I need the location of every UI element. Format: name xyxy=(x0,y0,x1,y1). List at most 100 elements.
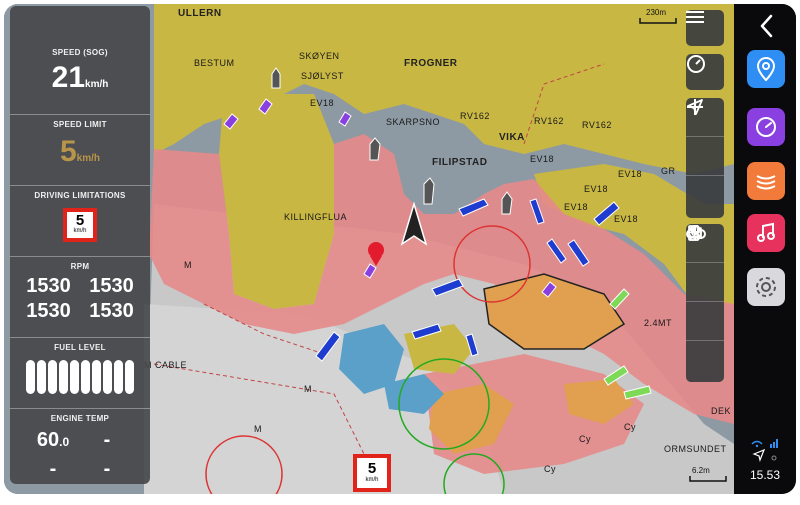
route-label: RV162 xyxy=(460,111,490,121)
speed-section: SPEED (SOG) 21km/h xyxy=(10,6,150,115)
fuel-bar xyxy=(125,360,134,394)
sign-value: 5 xyxy=(75,212,85,229)
gear-icon xyxy=(756,277,776,297)
route-label: EV18 xyxy=(618,169,643,179)
driving-limitations-sign-wrap: 5 km/h xyxy=(10,208,150,242)
instrument-panel: SPEED (SOG) 21km/h SPEED LIMIT 5km/h DRI… xyxy=(10,6,150,484)
route-label: RV162 xyxy=(534,116,564,126)
engine-temp-title: ENGINE TEMP xyxy=(50,414,110,423)
engine-temp-value: 60.0 xyxy=(26,429,80,452)
sonar-waves-icon xyxy=(756,175,776,190)
add-location-icon xyxy=(688,225,702,241)
speed-app-button[interactable] xyxy=(747,108,785,146)
sonar-app-button[interactable] xyxy=(747,162,785,200)
rpm-value: 1530 xyxy=(89,275,134,297)
place-label-skarpsno: SKARPSNO xyxy=(386,117,441,127)
route-label: EV18 xyxy=(310,98,335,108)
fuel-button[interactable] xyxy=(686,225,724,341)
music-note-icon xyxy=(757,222,775,242)
map-sign-value: 5 xyxy=(367,460,377,477)
clock: 15.53 xyxy=(749,468,781,482)
nautical-chart-map[interactable]: ULLERN BESTUM SKØYEN SJØLYST FROGNER SKA… xyxy=(4,4,734,494)
seabed-label: Cy xyxy=(579,434,591,444)
driving-limitations-section: DRIVING LIMITATIONS 5 km/h xyxy=(10,186,150,257)
navigation-arrow-icon xyxy=(687,99,703,115)
connection-icon xyxy=(771,455,777,461)
status-icons xyxy=(748,436,788,466)
engine-temp-decimal: .0 xyxy=(59,435,70,449)
speed-limit-value: 5 xyxy=(59,135,77,168)
sign-unit: km/h xyxy=(73,228,87,234)
speed-limit-unit: km/h xyxy=(76,153,101,164)
place-label-filipstad: FILIPSTAD xyxy=(432,157,488,168)
menu-icon xyxy=(686,11,704,23)
tools-group xyxy=(686,224,724,382)
engine-temp-placeholder: - xyxy=(49,458,57,480)
map-controls-group xyxy=(686,98,724,218)
scale-label-bottom: 6.2m xyxy=(692,466,710,475)
depth-label: 2.4MT xyxy=(644,318,673,328)
route-label: EV18 xyxy=(564,202,589,212)
wifi-icon xyxy=(751,440,763,445)
fuel-bar xyxy=(81,360,90,394)
settings-app-button[interactable] xyxy=(747,268,785,306)
seabed-label: Cy xyxy=(544,464,556,474)
engine-temp-section: ENGINE TEMP 60.0 - - - xyxy=(10,409,150,484)
engine-temp-main: 60 xyxy=(36,429,60,451)
rpm-grid: 1530 1530 1530 1530 xyxy=(10,275,150,323)
back-button[interactable] xyxy=(754,12,778,40)
driving-limitations-title: DRIVING LIMITATIONS xyxy=(34,191,126,200)
map-sign-unit: km/h xyxy=(365,477,379,483)
route-label: EV18 xyxy=(530,154,555,164)
fuel-title: FUEL LEVEL xyxy=(54,343,106,352)
gauge-icon xyxy=(687,55,705,73)
maps-app-button[interactable] xyxy=(747,50,785,88)
speed-limit-sign: 5 km/h xyxy=(63,208,97,242)
engine-temp-placeholder: - xyxy=(103,429,111,451)
status-glyphs xyxy=(751,439,778,462)
rpm-value: 1530 xyxy=(89,300,134,322)
place-label-bestum: BESTUM xyxy=(194,58,235,68)
recenter-button[interactable] xyxy=(686,99,724,214)
signal-icon xyxy=(770,444,772,448)
fuel-section: FUEL LEVEL xyxy=(10,338,150,409)
zoom-out-button[interactable] xyxy=(686,106,724,176)
music-app-button[interactable] xyxy=(747,214,785,252)
place-label-ullern: ULLERN xyxy=(178,8,222,19)
fuel-bar xyxy=(59,360,68,394)
fuel-bar xyxy=(70,360,79,394)
location-arrow-icon xyxy=(752,448,766,462)
place-label-skoyen: SKØYEN xyxy=(299,51,340,61)
speed-value: 21 xyxy=(51,61,86,94)
speed-title: SPEED (SOG) xyxy=(52,48,108,57)
app-window: ULLERN BESTUM SKØYEN SJØLYST FROGNER SKA… xyxy=(4,4,796,494)
speed-limit-section: SPEED LIMIT 5km/h xyxy=(10,115,150,186)
cable-label: M CABLE xyxy=(144,360,188,370)
mud-label: M xyxy=(184,260,192,270)
speed-unit: km/h xyxy=(85,79,109,90)
fuel-bar xyxy=(114,360,123,394)
place-label-sjolyst: SJØLYST xyxy=(301,71,344,81)
menu-button[interactable] xyxy=(686,10,724,46)
place-label-dek: DEK xyxy=(711,406,732,416)
add-location-button[interactable] xyxy=(686,225,724,379)
speedometer-icon xyxy=(756,117,776,137)
gauge-button[interactable] xyxy=(686,54,724,90)
place-label-killingflua: KILLINGFLUA xyxy=(284,212,348,222)
scale-label-top: 230m xyxy=(646,8,667,17)
app-sidebar: 15.53 xyxy=(734,4,796,494)
fuel-bar xyxy=(48,360,57,394)
speed-limit-readout: 5km/h xyxy=(10,135,150,169)
place-label-vika: VIKA xyxy=(499,132,525,143)
fuel-bar xyxy=(103,360,112,394)
rpm-section: RPM 1530 1530 1530 1530 xyxy=(10,257,150,338)
chevron-left-icon xyxy=(760,14,773,38)
route-label: EV18 xyxy=(614,214,639,224)
mud-label: M xyxy=(304,384,312,394)
hand-button[interactable] xyxy=(686,225,724,302)
mud-label: M xyxy=(254,424,262,434)
place-label-frogner: FROGNER xyxy=(404,58,458,69)
speed-limit-title: SPEED LIMIT xyxy=(53,120,107,129)
engine-temp-grid: 60.0 - - - xyxy=(10,429,150,481)
fuel-bar xyxy=(26,360,35,394)
